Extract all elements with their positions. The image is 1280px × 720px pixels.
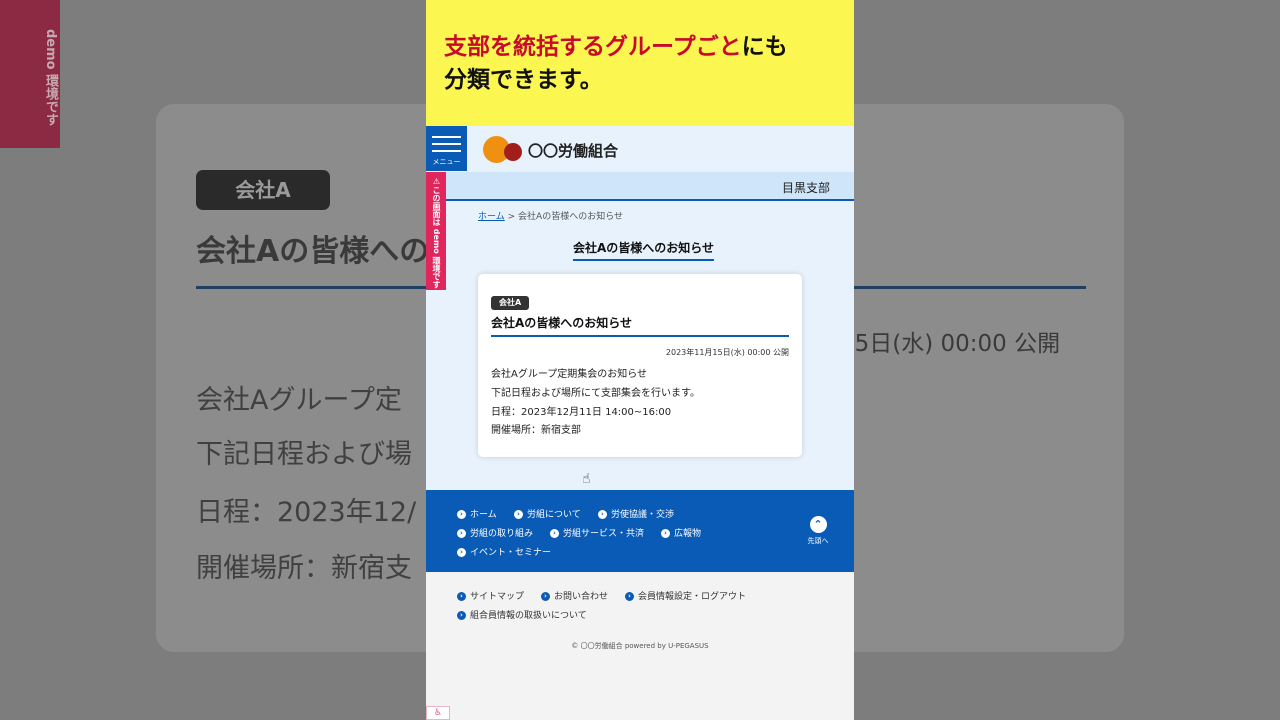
page-title: 会社Aの皆様へのお知らせ	[573, 239, 715, 261]
demo-environment-tab: ⚠この画面は demo 環境です	[426, 172, 446, 290]
caption-rest: にも	[741, 34, 788, 60]
caption-highlight: 支部を統括するグループごと	[444, 34, 742, 60]
caption-banner: 支部を統括するグループごとにも 分類できます。	[426, 0, 854, 126]
notice-body-line: 下記日程および場所にて支部集会を行います。	[491, 388, 700, 399]
pointer-cursor-icon: ☝	[582, 471, 591, 487]
warning-icon: ⚠	[432, 177, 441, 187]
hamburger-icon-bar	[432, 143, 461, 145]
footer-nav-activities[interactable]: › 労組の取り組み	[457, 526, 533, 539]
chevron-right-icon: ›	[661, 529, 670, 538]
menu-label: メニュー	[432, 158, 461, 166]
back-to-top-label: 先頭へ	[807, 537, 829, 545]
footer-nav-publications[interactable]: › 広報物	[661, 526, 701, 539]
chevron-right-icon: ›	[457, 592, 466, 601]
chevron-up-icon: ⌃	[809, 516, 827, 533]
site-name[interactable]: 〇〇労働組合	[528, 140, 618, 161]
notice-body-line: 開催場所：新宿支部	[491, 425, 581, 436]
footer-link-label: サイトマップ	[470, 592, 525, 602]
chevron-right-icon: ›	[457, 611, 466, 620]
logo-icon-accent[interactable]	[504, 143, 522, 161]
hamburger-icon	[432, 136, 461, 138]
footer-nav-label: 労使協議・交渉	[611, 510, 675, 520]
back-to-top-button[interactable]: ⌃ 先頭へ	[804, 516, 832, 546]
menu-button[interactable]: メニュー	[426, 126, 467, 171]
footer-nav: › ホーム › 労組について › 労使協議・交渉 › 労組の取り組み › 労組サービス・共…	[426, 490, 854, 572]
footer-nav-label: 労組の取り組み	[470, 529, 534, 539]
accessibility-icon[interactable]: ♿	[426, 706, 450, 720]
notice-body-line: 日程：2023年12月11日 14:00~16:00	[491, 407, 672, 418]
footer-nav-services[interactable]: › 労組サービス・共済	[550, 526, 644, 539]
footer-link-label: 会員情報設定・ログアウト	[638, 592, 747, 602]
group-badge: 会社A	[491, 296, 530, 310]
caption-text: 支部を統括するグループごとにも 分類できます。	[444, 31, 788, 97]
footer-nav-about[interactable]: › 労組について	[514, 507, 581, 520]
branch-bar: 目黒支部	[426, 172, 854, 201]
chevron-right-icon: ›	[625, 592, 634, 601]
notice-card: 会社A 会社Aの皆様へのお知らせ 2023年11月15日(水) 00:00 公開…	[478, 274, 802, 457]
bg-line-1: 会社Aグループ定	[196, 385, 402, 416]
footer-link-privacy[interactable]: › 組合員情報の取扱いについて	[457, 608, 587, 621]
copyright: © 〇〇労働組合 powered by U-PEGASUS	[571, 642, 709, 650]
bg-line-4: 開催場所：新宿支	[196, 553, 412, 584]
branch-name: 目黒支部	[781, 181, 830, 195]
notice-title: 会社Aの皆様へのお知らせ	[491, 316, 633, 330]
breadcrumb-current: 会社Aの皆様へのお知らせ	[518, 212, 624, 222]
footer-link-label: 組合員情報の取扱いについて	[470, 611, 587, 621]
notice-divider	[491, 335, 789, 337]
footer-sub: › サイトマップ › お問い合わせ › 会員情報設定・ログアウト › 組合員情報の取扱い…	[426, 572, 854, 720]
footer-nav-label: 広報物	[674, 529, 702, 539]
chevron-right-icon: ›	[598, 510, 607, 519]
footer-nav-label: イベント・セミナー	[470, 548, 552, 558]
chevron-right-icon: ›	[457, 548, 466, 557]
footer-nav-label: ホーム	[470, 510, 497, 520]
bg-line-2: 下記日程および場	[196, 439, 412, 470]
footer-link-contact[interactable]: › お問い合わせ	[541, 589, 608, 602]
notice-date: 2023年11月15日(水) 00:00 公開	[665, 348, 789, 357]
breadcrumb-separator: >	[507, 212, 516, 222]
breadcrumb: ホーム > 会社Aの皆様へのお知らせ	[478, 209, 623, 222]
bg-badge: 会社A	[196, 170, 330, 210]
chevron-right-icon: ›	[457, 510, 466, 519]
footer-nav-label: 労組サービス・共済	[563, 529, 645, 539]
chevron-right-icon: ›	[550, 529, 559, 538]
footer-link-member-settings[interactable]: › 会員情報設定・ログアウト	[625, 589, 746, 602]
footer-link-label: お問い合わせ	[554, 592, 609, 602]
chevron-right-icon: ›	[514, 510, 523, 519]
breadcrumb-home-link[interactable]: ホーム	[478, 212, 505, 222]
chevron-right-icon: ›	[457, 529, 466, 538]
hamburger-icon-bar	[432, 150, 461, 152]
caption-line2: 分類できます。	[444, 67, 603, 93]
footer-nav-events[interactable]: › イベント・セミナー	[457, 545, 551, 558]
bg-date: 15日(水) 00:00 公開	[840, 331, 1061, 357]
bg-demo-banner: demo 環境です	[0, 0, 60, 148]
site-header: メニュー 〇〇労働組合	[426, 126, 854, 172]
bg-line-3: 日程：2023年12/	[196, 497, 417, 528]
phone-screen: 支部を統括するグループごとにも 分類できます。 メニュー 〇〇労働組合 目黒支部…	[426, 0, 854, 720]
footer-nav-home[interactable]: › ホーム	[457, 507, 497, 520]
footer-nav-negotiation[interactable]: › 労使協議・交渉	[598, 507, 674, 520]
chevron-right-icon: ›	[541, 592, 550, 601]
notice-body-line: 会社Aグループ定期集会のお知らせ	[491, 369, 648, 380]
footer-link-sitemap[interactable]: › サイトマップ	[457, 589, 524, 602]
demo-tab-label: この画面は demo 環境です	[432, 186, 441, 289]
footer-nav-label: 労組について	[527, 510, 581, 520]
